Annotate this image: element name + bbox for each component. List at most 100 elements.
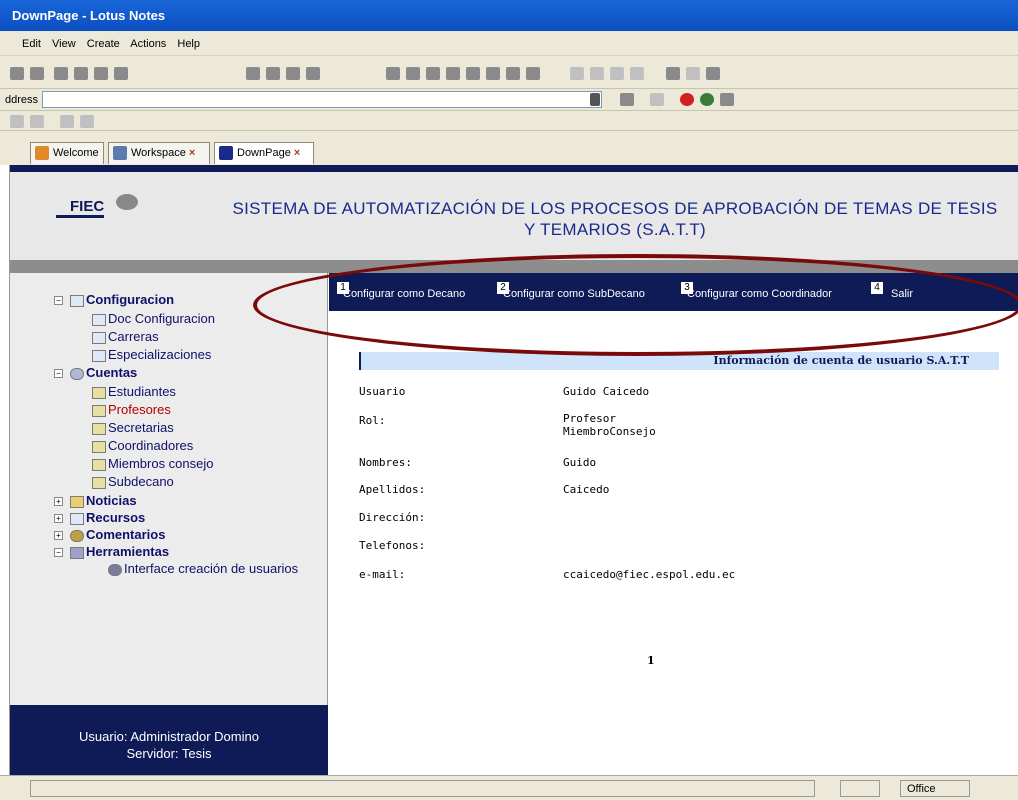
tree-comentarios[interactable]: Comentarios bbox=[70, 527, 165, 542]
resource-icon bbox=[70, 512, 84, 525]
tree-estudiantes[interactable]: Estudiantes bbox=[92, 384, 176, 399]
status-bar: Office bbox=[0, 775, 1018, 800]
search-icon[interactable] bbox=[666, 67, 680, 80]
cut-icon[interactable] bbox=[246, 67, 260, 80]
turtle-logo-icon bbox=[116, 194, 138, 210]
action-subdecano[interactable]: 2 Configurar como SubDecano bbox=[497, 282, 645, 300]
open-icon[interactable] bbox=[30, 67, 44, 80]
tab-downpage-label: DownPage bbox=[237, 147, 291, 159]
menu-edit[interactable]: Edit bbox=[22, 38, 41, 50]
tree-cuentas[interactable]: Cuentas bbox=[70, 365, 137, 380]
address-input[interactable] bbox=[42, 91, 602, 108]
view-icon bbox=[92, 404, 106, 417]
page-title: SISTEMA DE AUTOMATIZACIÓN DE LOS PROCESO… bbox=[232, 199, 998, 239]
view-icon[interactable] bbox=[506, 67, 520, 80]
nav-next-icon[interactable] bbox=[406, 67, 420, 80]
action-decano[interactable]: 1 Configurar como Decano bbox=[337, 282, 465, 300]
comment-icon bbox=[70, 529, 84, 542]
tab-welcome[interactable]: Welcome bbox=[30, 142, 104, 164]
chat2-icon[interactable] bbox=[30, 115, 44, 128]
back-icon[interactable] bbox=[620, 93, 634, 106]
tree-subdecano[interactable]: Subdecano bbox=[92, 474, 174, 489]
home-icon bbox=[35, 146, 49, 160]
search-web-icon[interactable] bbox=[720, 93, 734, 106]
tree-interface-creacion[interactable]: Interface creación de usuarios bbox=[108, 561, 298, 576]
tree-coordinadores[interactable]: Coordinadores bbox=[92, 438, 193, 453]
document-icon bbox=[70, 294, 84, 307]
status-message bbox=[30, 780, 815, 797]
tree-recursos[interactable]: Recursos bbox=[70, 510, 145, 525]
close-icon[interactable]: × bbox=[294, 147, 300, 159]
fiec-logo: FIEC bbox=[56, 198, 105, 218]
tree-profesores[interactable]: Profesores bbox=[92, 402, 171, 417]
apellidos-value: Caicedo bbox=[563, 483, 610, 496]
email-value: ccaicedo@fiec.espol.edu.ec bbox=[563, 568, 736, 581]
tab-downpage[interactable]: DownPage × bbox=[214, 142, 314, 164]
paste-special-icon[interactable] bbox=[306, 67, 320, 80]
left-strip bbox=[0, 165, 10, 775]
preview-icon[interactable] bbox=[114, 67, 128, 80]
nav-prev-icon[interactable] bbox=[426, 67, 440, 80]
collapse-icon[interactable]: − bbox=[54, 296, 63, 305]
collapse-icon[interactable]: − bbox=[54, 369, 63, 378]
action-2-badge: 2 bbox=[497, 282, 509, 294]
collapse-icon[interactable] bbox=[590, 67, 604, 80]
location-selector[interactable]: Office bbox=[900, 780, 970, 797]
expand-all-icon[interactable] bbox=[610, 67, 624, 80]
edit-icon[interactable] bbox=[54, 67, 68, 80]
properties-icon[interactable] bbox=[706, 67, 720, 80]
menu-help[interactable]: Help bbox=[177, 38, 200, 50]
tree-carreras[interactable]: Carreras bbox=[92, 329, 159, 344]
menu-actions[interactable]: Actions bbox=[130, 38, 166, 50]
doc-icon[interactable] bbox=[80, 115, 94, 128]
expand-icon[interactable]: + bbox=[54, 514, 63, 523]
tree-doc-configuracion[interactable]: Doc Configuracion bbox=[92, 311, 215, 326]
tree-especializaciones[interactable]: Especializaciones bbox=[92, 347, 211, 362]
view-icon bbox=[92, 349, 106, 362]
forward-icon[interactable] bbox=[650, 93, 664, 106]
user-icon bbox=[108, 563, 122, 576]
expand-icon[interactable] bbox=[570, 67, 584, 80]
action-1-badge: 1 bbox=[337, 282, 349, 294]
toolbar bbox=[0, 56, 1018, 89]
menu-create[interactable]: Create bbox=[87, 38, 120, 50]
reload-icon[interactable] bbox=[700, 93, 714, 106]
paste-icon[interactable] bbox=[286, 67, 300, 80]
action-salir[interactable]: 4 Salir bbox=[871, 282, 913, 300]
action-3-badge: 3 bbox=[681, 282, 693, 294]
users-icon bbox=[70, 367, 84, 380]
menu-bar: Edit View Create Actions Help bbox=[0, 31, 1018, 56]
nav-unread-up-icon[interactable] bbox=[486, 67, 500, 80]
collapse-all-icon[interactable] bbox=[630, 67, 644, 80]
tree-noticias[interactable]: Noticias bbox=[70, 493, 137, 508]
action-coordinador[interactable]: 3 Configurar como Coordinador bbox=[681, 282, 832, 300]
secondary-toolbar bbox=[0, 111, 1018, 131]
close-icon[interactable]: × bbox=[189, 147, 195, 159]
key-icon[interactable] bbox=[840, 780, 880, 797]
nav-first-icon[interactable] bbox=[386, 67, 400, 80]
print-icon[interactable] bbox=[94, 67, 108, 80]
save-icon[interactable] bbox=[10, 67, 24, 80]
nav-unread-icon[interactable] bbox=[466, 67, 480, 80]
stop-icon[interactable] bbox=[680, 93, 694, 106]
collapse-icon[interactable]: − bbox=[54, 548, 63, 557]
tree-miembros-consejo[interactable]: Miembros consejo bbox=[92, 456, 214, 471]
tree-herramientas[interactable]: Herramientas bbox=[70, 544, 169, 559]
tree-secretarias[interactable]: Secretarias bbox=[92, 420, 174, 435]
refresh-icon[interactable] bbox=[526, 67, 540, 80]
expand-icon[interactable]: + bbox=[54, 531, 63, 540]
mail-icon[interactable] bbox=[74, 67, 88, 80]
tree-configuracion[interactable]: Configuracion bbox=[70, 292, 174, 307]
address-dropdown-icon[interactable] bbox=[590, 93, 600, 106]
header-divider bbox=[10, 260, 1018, 273]
zoom-icon[interactable] bbox=[686, 67, 700, 80]
copy-icon[interactable] bbox=[266, 67, 280, 80]
expand-icon[interactable]: + bbox=[54, 497, 63, 506]
chat-icon[interactable] bbox=[10, 115, 24, 128]
header-topbar bbox=[10, 165, 1018, 172]
menu-view[interactable]: View bbox=[52, 38, 76, 50]
rol-value-1: Profesor bbox=[563, 412, 616, 425]
tab-workspace[interactable]: Workspace × bbox=[108, 142, 210, 164]
nav-down-icon[interactable] bbox=[446, 67, 460, 80]
user-icon[interactable] bbox=[60, 115, 74, 128]
